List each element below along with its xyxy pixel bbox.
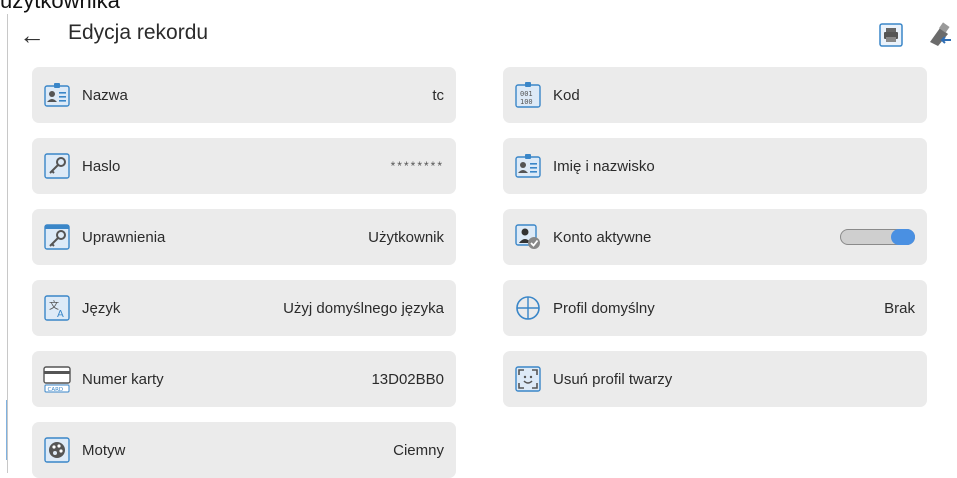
svg-text:100: 100 [520, 98, 533, 106]
document-caption: użytkownika [0, 0, 120, 13]
tile-value: Brak [884, 299, 915, 317]
tile-label: Numer karty [82, 370, 164, 388]
tile-numer-karty[interactable]: CARD Numer karty 13D02BB0 [32, 351, 456, 407]
toggle-knob [891, 229, 915, 245]
face-scan-icon [513, 364, 543, 394]
tile-label: Konto aktywne [553, 228, 652, 246]
tile-value: tc [432, 86, 444, 104]
tile-value: Użyj domyślnego języka [283, 299, 444, 317]
usb-export-icon[interactable] [926, 22, 952, 48]
page-title: Edycja rekordu [68, 21, 209, 44]
card-icon: CARD [42, 364, 72, 394]
binary-code-icon: 001 100 [513, 80, 543, 110]
svg-text:A: A [57, 309, 64, 320]
tile-label: Język [82, 299, 121, 317]
tile-label: Usuń profil twarzy [553, 370, 673, 388]
tile-usun-profil-twarzy[interactable]: Usuń profil twarzy [503, 351, 927, 407]
palette-icon [42, 435, 72, 465]
profile-circle-icon [513, 293, 543, 323]
svg-text:CARD: CARD [48, 387, 64, 393]
scroll-indicator [6, 400, 7, 460]
tile-konto-aktywne[interactable]: Konto aktywne [503, 209, 927, 265]
left-divider [7, 14, 8, 473]
tile-label: Motyw [82, 441, 126, 459]
user-check-icon [513, 222, 543, 252]
tile-jezyk[interactable]: 文 A Język Użyj domyślnego języka [32, 280, 456, 336]
tile-imie-nazwisko[interactable]: Imię i nazwisko [503, 138, 927, 194]
translate-icon: 文 A [42, 293, 72, 323]
tile-value: 13D02BB0 [371, 370, 444, 388]
tile-nazwa[interactable]: Nazwa tc [32, 67, 456, 123]
tile-profil-domyslny[interactable]: Profil domyślny Brak [503, 280, 927, 336]
tile-motyw[interactable]: Motyw Ciemny [32, 422, 456, 478]
tile-value: ******** [390, 159, 444, 173]
key-icon [42, 151, 72, 181]
svg-text:001: 001 [520, 90, 533, 98]
tile-label: Profil domyślny [553, 299, 655, 317]
tile-label: Kod [553, 86, 580, 104]
tile-label: Imię i nazwisko [553, 157, 655, 175]
active-toggle[interactable] [840, 229, 915, 245]
tile-kod[interactable]: 001 100 Kod [503, 67, 927, 123]
tile-value: Użytkownik [368, 228, 444, 246]
header: ← Edycja rekordu [16, 18, 956, 52]
tile-value: Ciemny [393, 441, 444, 459]
tile-uprawnienia[interactable]: Uprawnienia Użytkownik [32, 209, 456, 265]
printer-icon[interactable] [878, 22, 904, 48]
key-window-icon [42, 222, 72, 252]
tile-haslo[interactable]: Haslo ******** [32, 138, 456, 194]
tile-label: Haslo [82, 157, 121, 175]
arrow-left-icon[interactable]: ← [16, 18, 48, 52]
tile-label: Uprawnienia [82, 228, 166, 246]
id-card-icon [42, 80, 72, 110]
tile-label: Nazwa [82, 86, 128, 104]
id-card-icon [513, 151, 543, 181]
